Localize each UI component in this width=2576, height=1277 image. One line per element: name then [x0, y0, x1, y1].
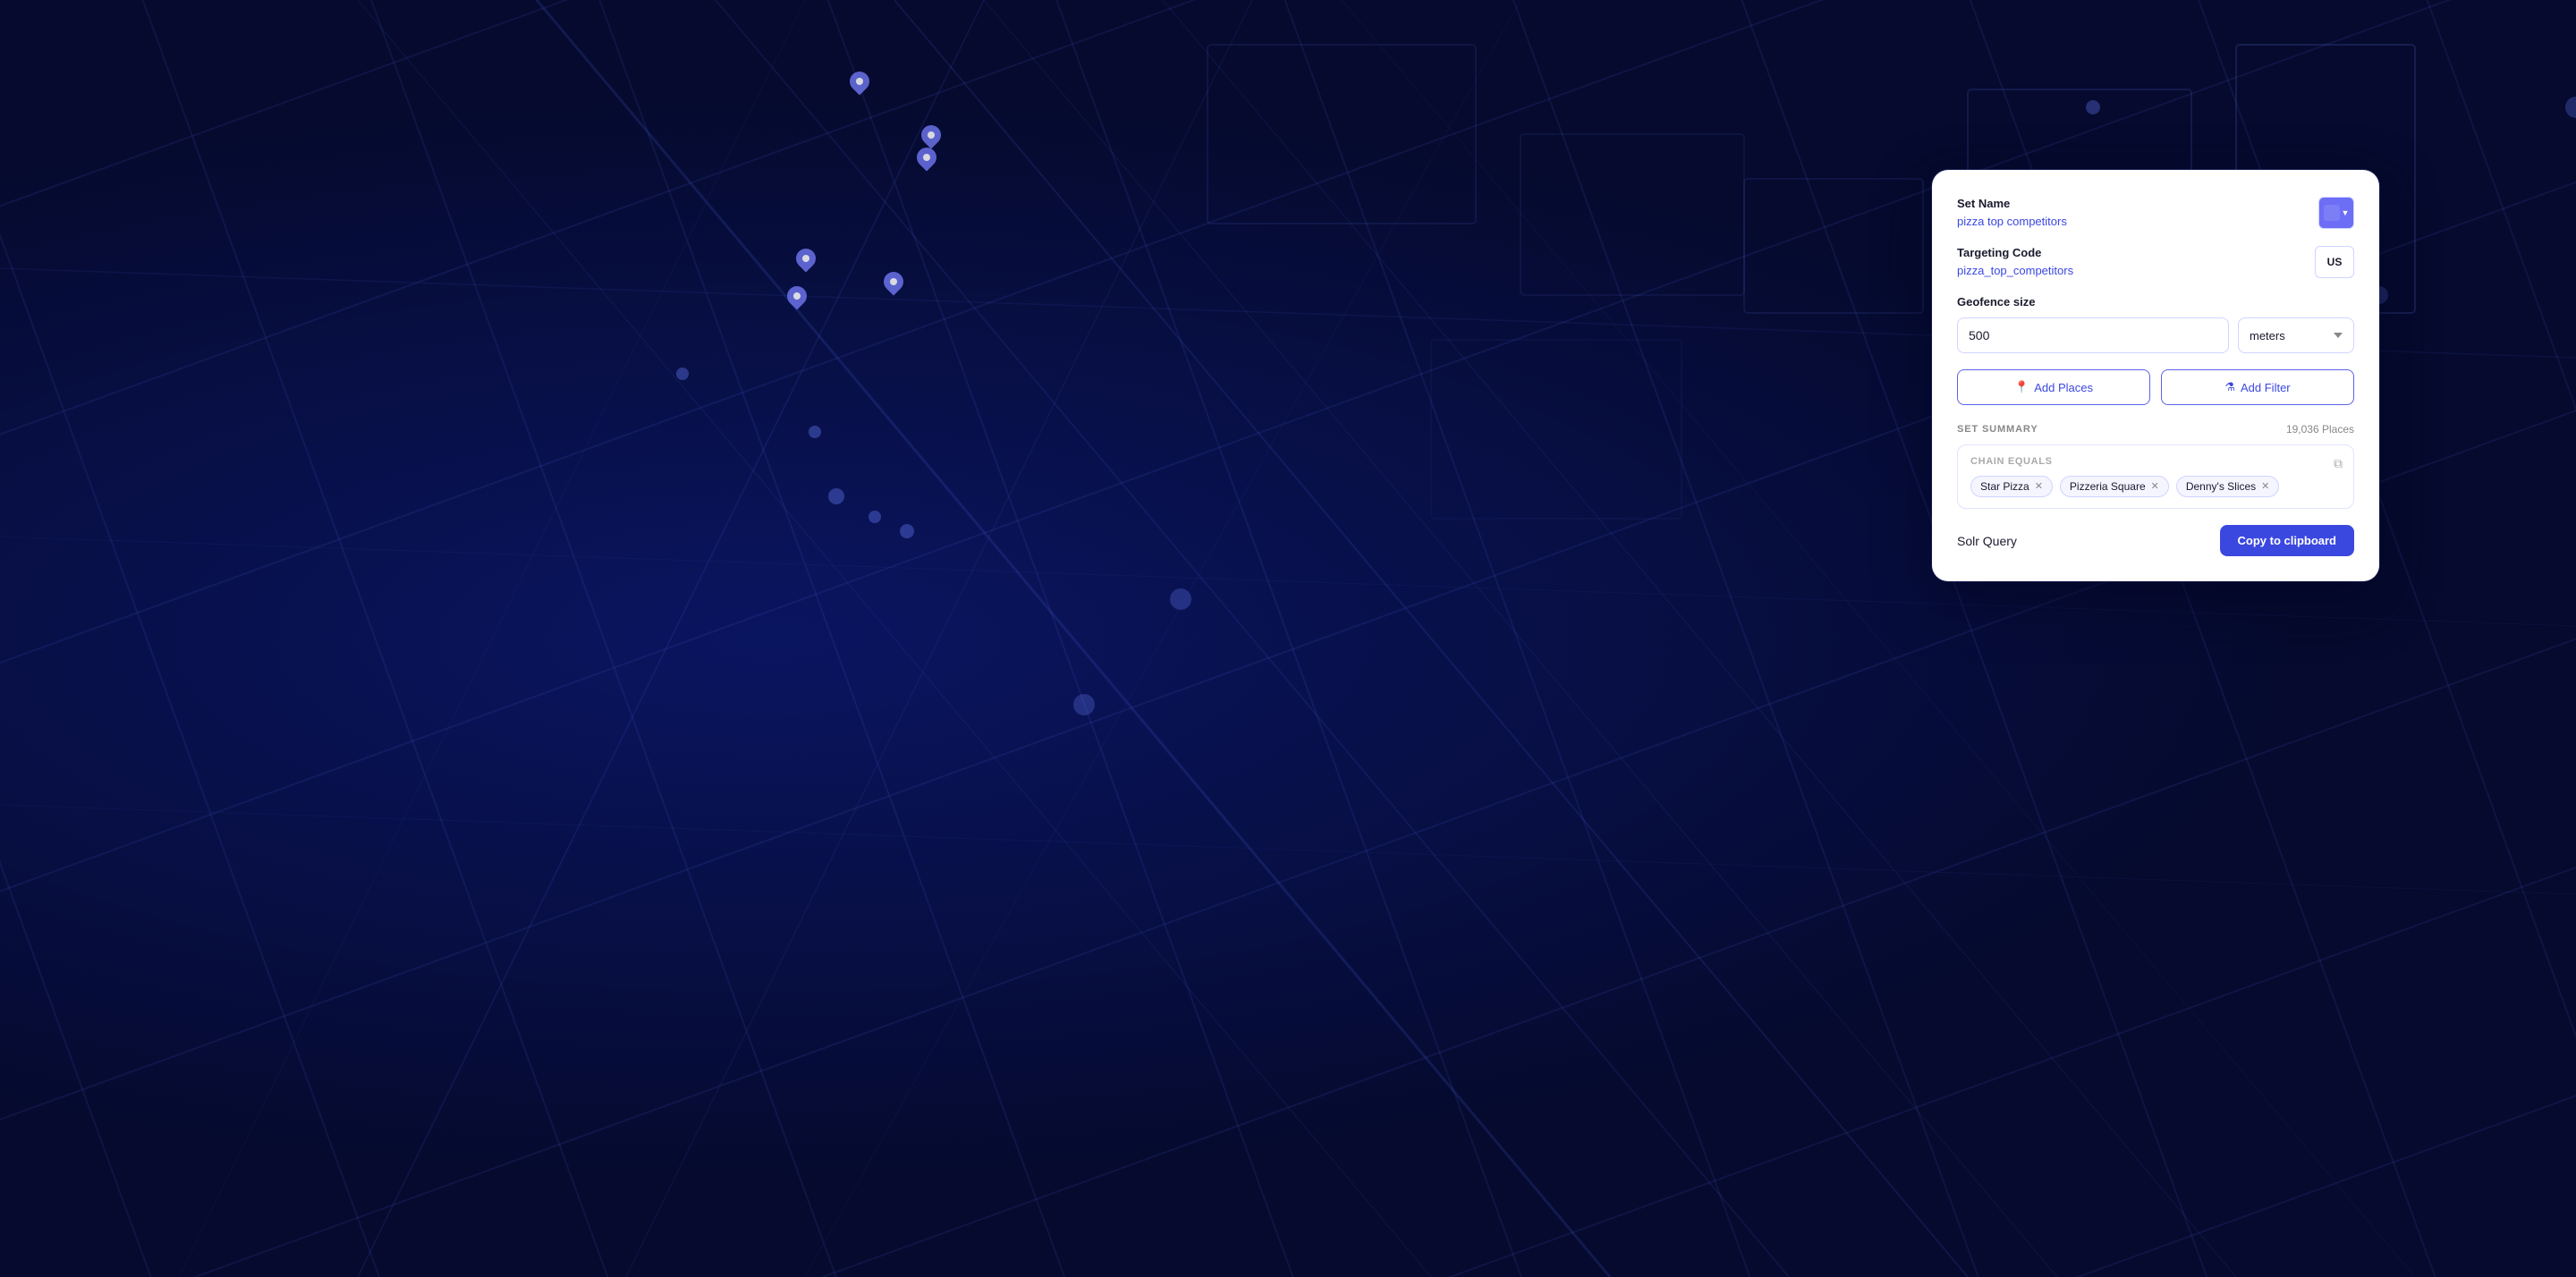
copy-filter-button[interactable]: ⧉: [2332, 454, 2344, 473]
map-pin-2: [921, 125, 941, 145]
set-name-section: Set Name pizza top competitors ▼: [1957, 197, 2354, 230]
color-swatch: [2324, 205, 2340, 221]
chain-equals-label: CHAIN EQUALS: [1970, 456, 2341, 467]
settings-panel: Set Name pizza top competitors ▼ Targeti…: [1932, 170, 2379, 581]
tag-dennys-slices: Denny's Slices ✕: [2176, 476, 2280, 497]
add-places-button[interactable]: 📍 Add Places: [1957, 369, 2150, 405]
location-pin-icon: 📍: [2014, 380, 2029, 394]
map-pin-3: [917, 148, 936, 167]
map-pin-1: [850, 72, 869, 91]
color-picker-button[interactable]: ▼: [2318, 197, 2354, 229]
set-name-value[interactable]: pizza top competitors: [1957, 215, 2067, 228]
tags-container: Star Pizza ✕ Pizzeria Square ✕ Denny's S…: [1970, 476, 2341, 497]
chevron-down-icon: ▼: [2342, 208, 2350, 217]
action-buttons-row: 📍 Add Places ⚗ Add Filter: [1957, 369, 2354, 405]
map-dot-3: [828, 488, 844, 504]
copy-clipboard-button[interactable]: Copy to clipboard: [2220, 525, 2355, 556]
filter-box: ⧉ CHAIN EQUALS Star Pizza ✕ Pizzeria Squ…: [1957, 444, 2354, 509]
bottom-row: Solr Query Copy to clipboard: [1957, 525, 2354, 556]
add-filter-label: Add Filter: [2241, 381, 2291, 394]
targeting-code-value[interactable]: pizza_top_competitors: [1957, 264, 2073, 277]
places-count: 19,036 Places: [2286, 423, 2354, 436]
map-dot-4: [869, 511, 881, 523]
geofence-section: Geofence size meters feet miles kilomete…: [1957, 295, 2354, 353]
geofence-unit-select[interactable]: meters feet miles kilometers: [2238, 317, 2354, 353]
solr-query-label: Solr Query: [1957, 534, 2017, 548]
set-name-label: Set Name: [1957, 197, 2308, 210]
map-pin-5: [884, 272, 903, 292]
tag-pizzeria-square: Pizzeria Square ✕: [2060, 476, 2169, 497]
country-button[interactable]: US: [2315, 246, 2354, 278]
add-filter-button[interactable]: ⚗ Add Filter: [2161, 369, 2354, 405]
targeting-code-label: Targeting Code: [1957, 246, 2304, 259]
tag-label-star-pizza: Star Pizza: [1980, 480, 2029, 493]
tag-label-dennys-slices: Denny's Slices: [2186, 480, 2256, 493]
map-dot-5: [900, 524, 914, 538]
tag-label-pizzeria-square: Pizzeria Square: [2070, 480, 2146, 493]
set-name-field: Set Name pizza top competitors: [1957, 197, 2308, 230]
set-summary-label: SET SUMMARY: [1957, 424, 2038, 435]
targeting-code-field: Targeting Code pizza_top_competitors: [1957, 246, 2304, 279]
set-summary-section: SET SUMMARY 19,036 Places ⧉ CHAIN EQUALS…: [1957, 423, 2354, 509]
geofence-size-label: Geofence size: [1957, 295, 2354, 309]
tag-star-pizza: Star Pizza ✕: [1970, 476, 2053, 497]
geofence-size-input[interactable]: [1957, 317, 2229, 353]
remove-pizzeria-square-button[interactable]: ✕: [2151, 482, 2159, 492]
add-places-label: Add Places: [2034, 381, 2093, 394]
filter-icon: ⚗: [2224, 380, 2235, 394]
targeting-code-section: Targeting Code pizza_top_competitors US: [1957, 246, 2354, 279]
map-pin-6: [787, 286, 807, 306]
map-dot-1: [676, 368, 689, 380]
remove-dennys-slices-button[interactable]: ✕: [2261, 482, 2269, 492]
map-pin-4: [796, 249, 816, 268]
map-dot-2: [809, 426, 821, 438]
remove-star-pizza-button[interactable]: ✕: [2035, 482, 2043, 492]
